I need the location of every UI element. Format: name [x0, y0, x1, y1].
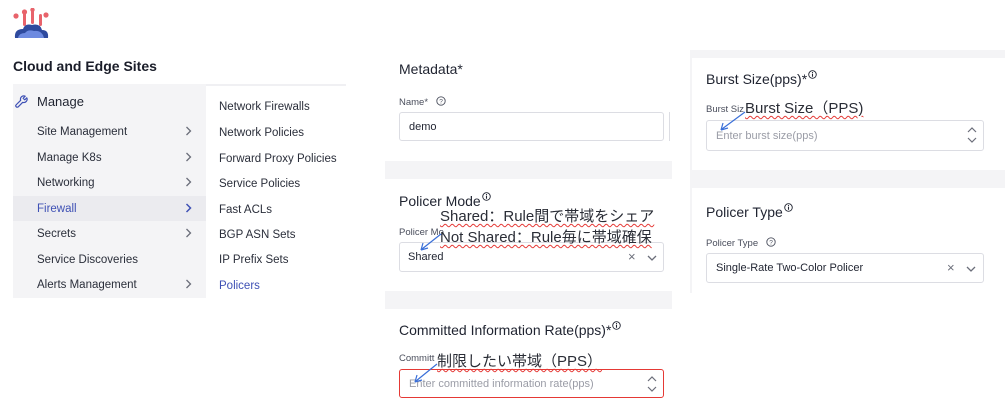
- submenu-item-network-policies[interactable]: Network Policies: [219, 127, 304, 139]
- info-icon[interactable]: [612, 321, 622, 330]
- sidebar-item-label: Site Management: [37, 125, 128, 138]
- annotation-arrow: [720, 111, 746, 131]
- chevron-down-icon[interactable]: [647, 255, 657, 261]
- sidebar-item-label: Firewall: [37, 202, 77, 215]
- nav-section-manage[interactable]: Manage: [13, 92, 84, 110]
- submenu-item-ip-prefix-sets[interactable]: IP Prefix Sets: [219, 254, 288, 266]
- info-icon[interactable]: [808, 70, 817, 79]
- annotation-arrow: [420, 233, 442, 251]
- sidebar-item-firewall[interactable]: Firewall: [13, 196, 206, 221]
- name-input[interactable]: demo: [399, 112, 664, 141]
- sidebar-item-secrets[interactable]: Secrets: [13, 221, 206, 246]
- section-title: Policer Type: [706, 203, 793, 220]
- sidebar-item-site-management[interactable]: Site Management: [13, 119, 206, 144]
- sidebar-item-label: Networking: [37, 176, 95, 189]
- page-title: Cloud and Edge Sites: [13, 58, 157, 74]
- submenu-item-policers[interactable]: Policers: [219, 280, 260, 292]
- help-icon[interactable]: ?: [766, 237, 776, 247]
- help-icon[interactable]: ?: [436, 96, 446, 106]
- submenu-item-bgp-asn-sets[interactable]: BGP ASN Sets: [219, 229, 296, 241]
- submenu-item-fast-acls[interactable]: Fast ACLs: [219, 204, 272, 216]
- sidebar-item-service-discoveries[interactable]: Service Discoveries: [13, 247, 206, 272]
- nav-section-label: Manage: [37, 93, 84, 109]
- annotation-arrow: [414, 363, 438, 383]
- policer-type-section: Policer Type Policer Type ? Single-Rate …: [692, 188, 1005, 293]
- annotation-mode-not-shared: Not Shared：Rule毎に帯域確保: [440, 229, 652, 246]
- chevron-right-icon: [186, 152, 192, 162]
- submenu-item-network-firewalls[interactable]: Network Firewalls: [219, 101, 310, 113]
- section-title: Committed Information Rate(pps)*: [399, 321, 622, 338]
- info-icon[interactable]: [481, 192, 491, 201]
- wrench-icon: [15, 94, 28, 108]
- field-label: Policer Type ?: [706, 237, 776, 249]
- clear-icon[interactable]: ×: [947, 260, 955, 275]
- sidebar-item-label: Manage K8s: [37, 151, 102, 164]
- sidebar-item-label: Service Discoveries: [37, 253, 138, 266]
- sidebar-item-networking[interactable]: Networking: [13, 170, 206, 195]
- submenu-item-forward-proxy-policies[interactable]: Forward Proxy Policies: [219, 153, 337, 165]
- metadata-section: Metadata* Name* ? demo: [385, 50, 672, 161]
- section-title: Burst Size(pps)*: [706, 70, 817, 87]
- svg-text:?: ?: [439, 98, 443, 105]
- svg-text:?: ?: [769, 239, 773, 246]
- annotation-mode-shared: Shared：Rule間で帯域をシェア: [440, 208, 655, 225]
- stepper-icon[interactable]: [967, 126, 977, 144]
- chevron-right-icon: [186, 228, 192, 238]
- chevron-right-icon: [186, 177, 192, 187]
- sidebar-item-alerts-management[interactable]: Alerts Management: [13, 272, 206, 297]
- annotation-burst: Burst Size（PPS): [745, 100, 864, 117]
- cloud-logo-icon: [13, 8, 49, 38]
- chevron-right-icon: [186, 279, 192, 289]
- field-divider: [669, 112, 670, 141]
- info-icon[interactable]: [784, 203, 793, 212]
- policer-type-select[interactable]: Single-Rate Two-Color Policer ×: [706, 253, 984, 283]
- sidebar-item-manage-k8s[interactable]: Manage K8s: [13, 145, 206, 170]
- sidebar-item-label: Alerts Management: [37, 278, 137, 291]
- chevron-right-icon: [185, 203, 192, 213]
- clear-icon[interactable]: ×: [628, 249, 636, 264]
- annotation-cir: 制限したい帯域（PPS）: [437, 353, 603, 370]
- firewall-submenu: Network Firewalls Network Policies Forwa…: [206, 84, 346, 298]
- stepper-icon[interactable]: [647, 375, 657, 393]
- section-title: Metadata*: [399, 61, 463, 77]
- submenu-item-service-policies[interactable]: Service Policies: [219, 178, 300, 190]
- sidebar-nav: Manage Site Management Manage K8s Networ…: [13, 84, 206, 298]
- chevron-down-icon[interactable]: [966, 266, 976, 272]
- chevron-right-icon: [186, 126, 192, 136]
- sidebar-item-label: Secrets: [37, 227, 76, 240]
- field-label: Name* ?: [399, 96, 446, 108]
